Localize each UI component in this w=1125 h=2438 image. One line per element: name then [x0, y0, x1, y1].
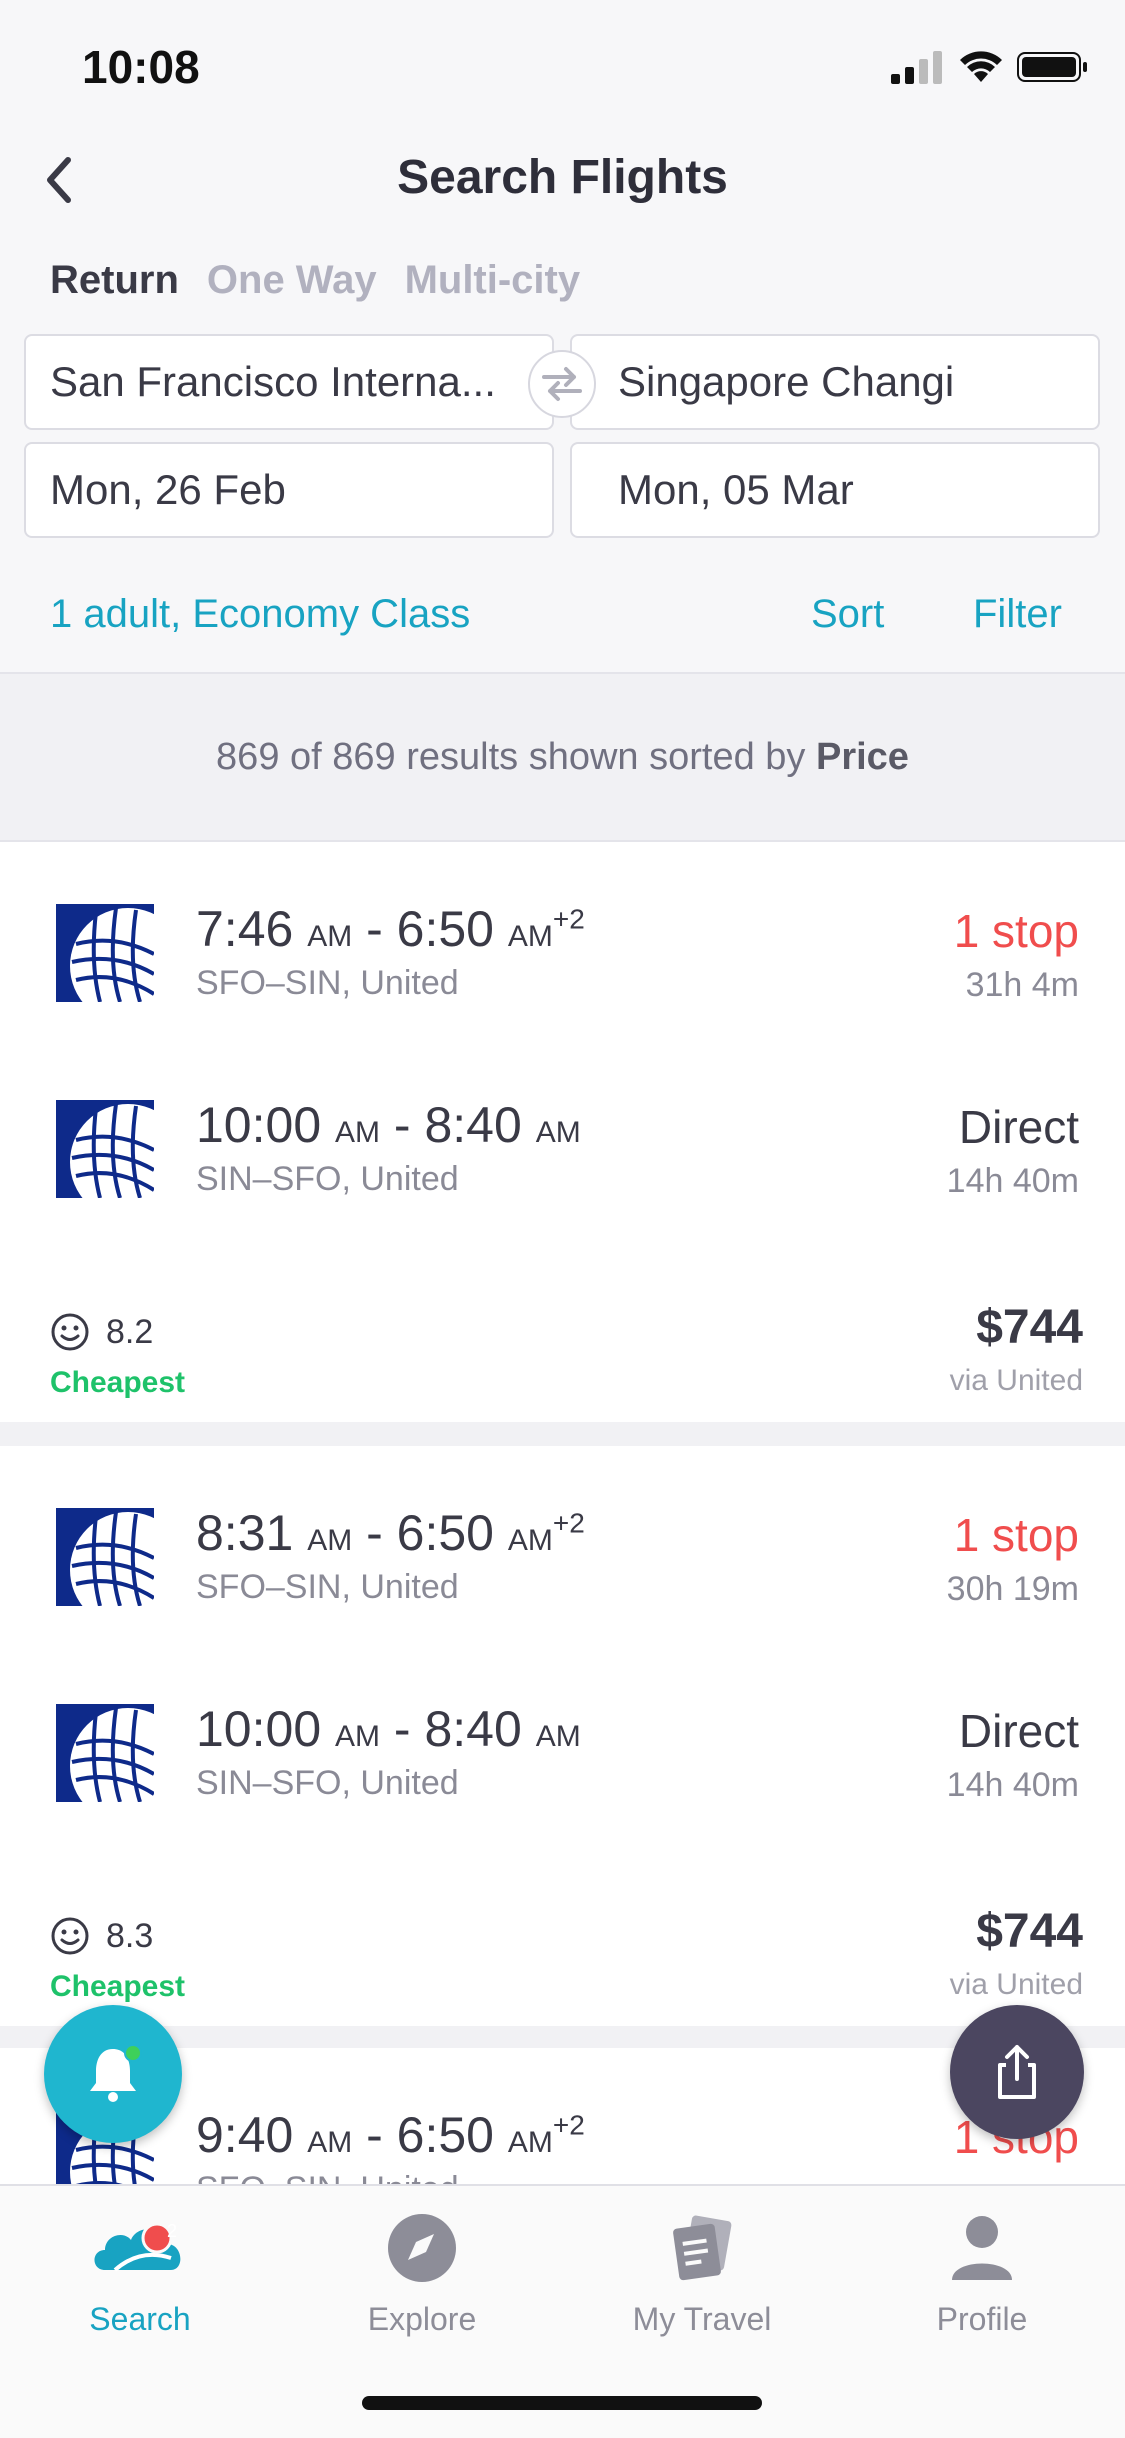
- filter-link[interactable]: Filter: [973, 592, 1062, 637]
- depart-time: 10:00: [196, 1097, 322, 1153]
- origin-field[interactable]: San Francisco Interna...: [24, 334, 554, 430]
- destination-field[interactable]: Singapore Changi: [570, 334, 1100, 430]
- results-summary-text: 869 of 869 results shown sorted by: [216, 735, 806, 778]
- price: $744: [976, 1301, 1083, 1354]
- depart-ampm: AM: [335, 1116, 381, 1149]
- day-offset: +2: [552, 1507, 585, 1539]
- swap-arrows-icon: [542, 367, 582, 401]
- depart-time: 8:31: [196, 1505, 294, 1561]
- share-icon: [998, 2045, 1036, 2099]
- result-card[interactable]: 8:31 AM - 6:50 AM+2 SFO–SIN, United 1 st…: [0, 1446, 1125, 2026]
- results-summary: 869 of 869 results shown sorted by Price: [0, 672, 1125, 842]
- cheapest-tag: Cheapest: [50, 1970, 186, 2003]
- arrive-ampm: AM: [507, 2126, 553, 2159]
- arrive-ampm: AM: [507, 1524, 553, 1557]
- outbound-duration: 30h 19m: [946, 1570, 1079, 1608]
- arrive-time: 6:50: [396, 1505, 494, 1561]
- outbound-times: 7:46 AM - 6:50 AM+2: [196, 901, 585, 957]
- price-provider: via United: [949, 1968, 1083, 2001]
- united-logo: [56, 1508, 154, 1606]
- depart-ampm: AM: [335, 1720, 381, 1753]
- signal-icon: [891, 51, 942, 84]
- inbound-duration: 14h 40m: [946, 1766, 1079, 1804]
- wifi-icon: [960, 51, 1002, 82]
- tab-multi-city[interactable]: Multi-city: [405, 258, 581, 303]
- results-sort-key: Price: [815, 735, 909, 778]
- depart-time: 9:40: [196, 2107, 294, 2163]
- tab-my-travel[interactable]: My Travel: [582, 2208, 822, 2338]
- inbound-times: 10:00 AM - 8:40 AM: [196, 1097, 581, 1153]
- sort-link[interactable]: Sort: [811, 592, 884, 637]
- share-button[interactable]: [950, 2005, 1084, 2139]
- inbound-route: SIN–SFO, United: [196, 1160, 459, 1198]
- return-date-field[interactable]: Mon, 05 Mar: [570, 442, 1100, 538]
- home-indicator: [362, 2396, 762, 2410]
- notification-badge: 2: [166, 2221, 177, 2241]
- depart-date-field[interactable]: Mon, 26 Feb: [24, 442, 554, 538]
- tab-search[interactable]: 2 Search: [20, 2208, 260, 2338]
- rating-value: 8.3: [106, 1916, 154, 1955]
- outbound-route: SFO–SIN, United: [196, 1568, 459, 1606]
- rating: 8.3: [50, 1916, 153, 1956]
- tab-profile[interactable]: Profile: [862, 2208, 1102, 2338]
- rating: 8.2: [50, 1312, 153, 1352]
- depart-ampm: AM: [307, 1524, 353, 1557]
- outbound-times: 8:31 AM - 6:50 AM+2: [196, 1505, 585, 1561]
- inbound-duration: 14h 40m: [946, 1162, 1079, 1200]
- depart-time: 7:46: [196, 901, 294, 957]
- search-cloud-icon: [94, 2222, 181, 2272]
- outbound-route: SFO–SIN, United: [196, 2170, 459, 2184]
- united-logo: [56, 1704, 154, 1802]
- compass-icon: [388, 2214, 456, 2282]
- price: $744: [976, 1905, 1083, 1958]
- day-offset: +2: [552, 903, 585, 935]
- person-icon: [952, 2216, 1012, 2280]
- depart-time: 10:00: [196, 1701, 322, 1757]
- passengers-class-link[interactable]: 1 adult, Economy Class: [50, 592, 470, 637]
- arrive-ampm: AM: [535, 1720, 581, 1753]
- price-alert-button[interactable]: [44, 2005, 182, 2143]
- price-provider: via United: [949, 1364, 1083, 1397]
- page-title: Search Flights: [397, 151, 728, 204]
- outbound-duration: 31h 4m: [965, 966, 1079, 1004]
- tab-one-way[interactable]: One Way: [207, 258, 377, 303]
- outbound-stops: 1 stop: [953, 905, 1079, 957]
- united-logo: [56, 1100, 154, 1198]
- day-offset: +2: [552, 2109, 585, 2141]
- rating-value: 8.2: [106, 1312, 154, 1351]
- battery-icon: [1017, 52, 1087, 82]
- documents-icon: [673, 2215, 732, 2281]
- arrive-time: 6:50: [396, 2107, 494, 2163]
- depart-ampm: AM: [307, 920, 353, 953]
- arrive-ampm: AM: [507, 920, 553, 953]
- status-icons: [891, 50, 1089, 84]
- inbound-route: SIN–SFO, United: [196, 1764, 459, 1802]
- outbound-times: 9:40 AM - 6:50 AM+2: [196, 2107, 585, 2163]
- inbound-times: 10:00 AM - 8:40 AM: [196, 1701, 581, 1757]
- outbound-stops: 1 stop: [953, 1509, 1079, 1561]
- inbound-stops: Direct: [958, 1101, 1079, 1153]
- arrive-time: 8:40: [424, 1701, 522, 1757]
- arrive-time: 8:40: [424, 1097, 522, 1153]
- tab-explore-label: Explore: [367, 2301, 477, 2337]
- arrive-time: 6:50: [396, 901, 494, 957]
- smiley-icon: [51, 1313, 89, 1351]
- smiley-icon: [51, 1917, 89, 1955]
- outbound-route: SFO–SIN, United: [196, 964, 459, 1002]
- inbound-stops: Direct: [958, 1705, 1079, 1757]
- swap-button[interactable]: [528, 350, 596, 418]
- tab-explore[interactable]: Explore: [302, 2208, 542, 2338]
- tab-profile-label: Profile: [936, 2301, 1028, 2337]
- cheapest-tag: Cheapest: [50, 1366, 186, 1399]
- tab-search-label: Search: [89, 2301, 191, 2337]
- arrive-ampm: AM: [535, 1116, 581, 1149]
- result-card[interactable]: 7:46 AM - 6:50 AM+2 SFO–SIN, United 1 st…: [0, 842, 1125, 1422]
- trip-type-tabs: Return One Way Multi-city: [50, 258, 580, 303]
- bell-icon: [90, 2044, 142, 2102]
- tab-my-travel-label: My Travel: [632, 2301, 772, 2337]
- status-time: 10:08: [82, 41, 200, 93]
- tab-return[interactable]: Return: [50, 258, 179, 303]
- united-logo: [56, 904, 154, 1002]
- depart-ampm: AM: [307, 2126, 353, 2159]
